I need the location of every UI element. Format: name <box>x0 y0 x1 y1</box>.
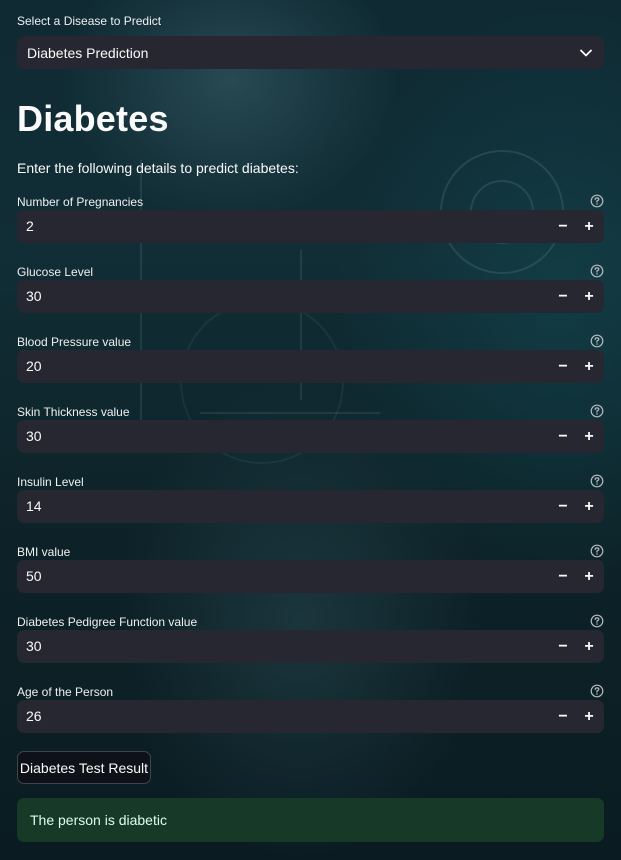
question-circle-icon[interactable] <box>590 474 604 488</box>
field-label: Number of Pregnancies <box>17 195 144 209</box>
chevron-down-icon <box>578 45 594 61</box>
pregnancies-value: 2 <box>26 218 34 234</box>
increment-button[interactable]: + <box>576 630 602 663</box>
skin-thickness-input[interactable]: 30 − + <box>17 420 604 453</box>
increment-button[interactable]: + <box>576 560 602 593</box>
decrement-button[interactable]: − <box>550 630 576 663</box>
increment-button[interactable]: + <box>576 700 602 733</box>
question-circle-icon[interactable] <box>590 544 604 558</box>
field-pregnancies: Number of Pregnancies 2 − + <box>17 194 604 265</box>
increment-button[interactable]: + <box>576 210 602 243</box>
increment-button[interactable]: + <box>576 350 602 383</box>
bmi-value: 50 <box>26 568 42 584</box>
question-circle-icon[interactable] <box>590 194 604 208</box>
insulin-input[interactable]: 14 − + <box>17 490 604 523</box>
decrement-button[interactable]: − <box>550 700 576 733</box>
question-circle-icon[interactable] <box>590 404 604 418</box>
blood-pressure-value: 20 <box>26 358 42 374</box>
field-label: Blood Pressure value <box>17 335 132 349</box>
field-insulin: Insulin Level 14 − + <box>17 474 604 545</box>
field-label: BMI value <box>17 545 71 559</box>
disease-select[interactable]: Diabetes Prediction <box>17 36 604 69</box>
field-age: Age of the Person 26 − + <box>17 684 604 755</box>
insulin-value: 14 <box>26 498 42 514</box>
question-circle-icon[interactable] <box>590 684 604 698</box>
field-label: Insulin Level <box>17 475 84 489</box>
decrement-button[interactable]: − <box>550 350 576 383</box>
glucose-input[interactable]: 30 − + <box>17 280 604 313</box>
field-glucose: Glucose Level 30 − + <box>17 264 604 335</box>
field-label: Diabetes Pedigree Function value <box>17 615 198 629</box>
diabetes-test-result-button[interactable]: Diabetes Test Result <box>17 751 151 784</box>
blood-pressure-input[interactable]: 20 − + <box>17 350 604 383</box>
age-value: 26 <box>26 708 42 724</box>
disease-select-label: Select a Disease to Predict <box>17 14 162 28</box>
increment-button[interactable]: + <box>576 420 602 453</box>
glucose-value: 30 <box>26 288 42 304</box>
result-success-alert: The person is diabetic <box>17 798 604 842</box>
decrement-button[interactable]: − <box>550 210 576 243</box>
question-circle-icon[interactable] <box>590 614 604 628</box>
pregnancies-input[interactable]: 2 − + <box>17 210 604 243</box>
field-skin-thickness: Skin Thickness value 30 − + <box>17 404 604 475</box>
skin-thickness-value: 30 <box>26 428 42 444</box>
field-pedigree-function: Diabetes Pedigree Function value 30 − + <box>17 614 604 685</box>
pedigree-function-value: 30 <box>26 638 42 654</box>
field-label: Skin Thickness value <box>17 405 130 419</box>
field-blood-pressure: Blood Pressure value 20 − + <box>17 334 604 405</box>
question-circle-icon[interactable] <box>590 264 604 278</box>
disease-select-value: Diabetes Prediction <box>27 44 149 61</box>
field-label: Age of the Person <box>17 685 114 699</box>
decrement-button[interactable]: − <box>550 420 576 453</box>
page-title: Diabetes <box>17 98 169 139</box>
field-label: Glucose Level <box>17 265 94 279</box>
question-circle-icon[interactable] <box>590 334 604 348</box>
increment-button[interactable]: + <box>576 280 602 313</box>
decrement-button[interactable]: − <box>550 280 576 313</box>
bmi-input[interactable]: 50 − + <box>17 560 604 593</box>
increment-button[interactable]: + <box>576 490 602 523</box>
age-input[interactable]: 26 − + <box>17 700 604 733</box>
pedigree-function-input[interactable]: 30 − + <box>17 630 604 663</box>
decrement-button[interactable]: − <box>550 560 576 593</box>
decrement-button[interactable]: − <box>550 490 576 523</box>
field-bmi: BMI value 50 − + <box>17 544 604 615</box>
page-subtitle: Enter the following details to predict d… <box>17 160 299 176</box>
